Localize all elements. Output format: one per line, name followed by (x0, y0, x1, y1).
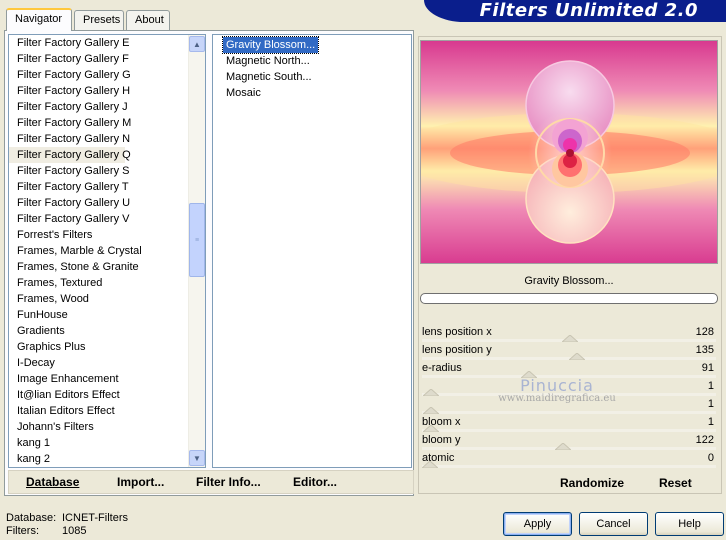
category-item[interactable]: Italian Editors Effect (9, 403, 189, 419)
parameter-row[interactable]: bloom x1 (420, 414, 718, 432)
help-button[interactable]: Help (655, 512, 724, 536)
category-item[interactable]: Gradients (9, 323, 189, 339)
parameter-value: 1 (707, 380, 714, 392)
slider-track[interactable] (422, 465, 716, 468)
import-button[interactable]: Import... (117, 475, 164, 489)
category-item[interactable]: Filter Factory Gallery M (9, 115, 189, 131)
category-item[interactable]: kang 1 (9, 435, 189, 451)
randomize-button[interactable]: Randomize (560, 476, 624, 490)
scroll-up-button[interactable]: ▲ (189, 36, 205, 52)
parameter-value: 122 (695, 434, 714, 446)
category-item[interactable]: Filter Factory Gallery J (9, 99, 189, 115)
parameter-value: 91 (701, 362, 714, 374)
parameter-name: bloom y (422, 434, 461, 446)
grip-icon: ≡ (194, 236, 200, 244)
slider-thumb[interactable] (423, 389, 440, 396)
watermark-url: www.maidiregrafica.eu (498, 393, 616, 404)
category-item[interactable]: Filter Factory Gallery S (9, 163, 189, 179)
reset-button[interactable]: Reset (659, 476, 692, 490)
tab-presets[interactable]: Presets (74, 10, 124, 30)
parameter-value: 0 (707, 452, 714, 464)
filter-item[interactable]: Magnetic South... (223, 69, 315, 85)
progress-bar (420, 293, 718, 304)
category-item[interactable]: Filter Factory Gallery V (9, 211, 189, 227)
category-item[interactable]: Filter Factory Gallery N (9, 131, 189, 147)
filter-items: Gravity Blossom... Magnetic North... Magne… (213, 35, 411, 101)
slider-thumb[interactable] (555, 443, 571, 450)
category-item[interactable]: Frames, Stone & Granite (9, 259, 189, 275)
parameter-name: e-radius (422, 362, 462, 374)
category-item[interactable]: Frames, Marble & Crystal (9, 243, 189, 259)
tab-about[interactable]: About (126, 10, 170, 30)
parameter-name: lens position y (422, 344, 492, 356)
filter-info-button[interactable]: Filter Info... (196, 475, 261, 489)
filter-item[interactable]: Gravity Blossom... (221, 36, 320, 54)
filters-label: Filters: (6, 525, 39, 537)
chevron-down-icon: ▼ (193, 453, 201, 463)
category-item[interactable]: Filter Factory Gallery T (9, 179, 189, 195)
parameter-value: 128 (695, 326, 714, 338)
watermark: Pinuccia www.maidiregrafica.eu (487, 376, 627, 404)
parameter-value: 1 (707, 398, 714, 410)
category-item[interactable]: Johann's Filters (9, 419, 189, 435)
editor-button[interactable]: Editor... (293, 475, 337, 489)
filter-item[interactable]: Magnetic North... (223, 53, 313, 69)
database-value: ICNET-Filters (62, 512, 128, 524)
parameter-row[interactable]: atomic 0 (420, 450, 718, 468)
parameter-row[interactable]: lens position x 128 (420, 324, 718, 342)
category-item[interactable]: I-Decay (9, 355, 189, 371)
database-label: Database: (6, 512, 57, 524)
slider-thumb[interactable] (561, 335, 578, 342)
title-banner: Filters Unlimited 2.0 (424, 0, 726, 22)
apply-button[interactable]: Apply (503, 512, 572, 536)
category-item[interactable]: Filter Factory Gallery E (9, 35, 189, 51)
banner-title: Filters Unlimited 2.0 (479, 0, 698, 21)
selected-filter-name: Gravity Blossom... (524, 275, 614, 287)
category-item[interactable]: Filter Factory Gallery G (9, 67, 189, 83)
category-item[interactable]: Filter Factory Gallery F (9, 51, 189, 67)
category-item[interactable]: Frames, Textured (9, 275, 189, 291)
category-item[interactable]: Frames, Wood (9, 291, 189, 307)
cancel-button[interactable]: Cancel (579, 512, 648, 536)
filters-count: 1085 (62, 525, 87, 537)
database-button[interactable]: Database (26, 475, 79, 489)
category-list[interactable]: Filter Factory Gallery E Filter Factory G… (8, 34, 206, 468)
category-item[interactable]: FunHouse (9, 307, 189, 323)
category-scrollbar[interactable]: ▲ ≡ ▼ (188, 35, 205, 467)
category-items: Filter Factory Gallery E Filter Factory G… (9, 35, 189, 467)
category-item[interactable]: Filter Factory Gallery Q (9, 147, 131, 163)
tab-navigator[interactable]: Navigator (6, 8, 72, 31)
filter-preview (420, 40, 718, 264)
status-info: Database: ICNET-Filters Filters: 1085 (6, 512, 128, 538)
preview-image (421, 41, 717, 263)
scroll-thumb[interactable]: ≡ (189, 203, 205, 277)
parameter-name: lens position x (422, 326, 492, 338)
scroll-down-button[interactable]: ▼ (189, 450, 205, 466)
category-item[interactable]: Forrest's Filters (9, 227, 189, 243)
parameter-value: 1 (707, 416, 714, 428)
category-item[interactable]: Filter Factory Gallery U (9, 195, 189, 211)
slider-thumb[interactable] (423, 425, 440, 432)
filter-item[interactable]: Mosaic (223, 85, 264, 101)
category-item[interactable]: kang 2 (9, 451, 189, 467)
category-item[interactable]: Graphics Plus (9, 339, 189, 355)
filter-list[interactable]: Gravity Blossom... Magnetic North... Magne… (212, 34, 412, 468)
parameter-row[interactable]: bloom y 122 (420, 432, 718, 450)
slider-thumb[interactable] (423, 407, 440, 414)
slider-thumb[interactable] (569, 353, 586, 360)
navigator-button-bar: Database Import... Filter Info... Editor… (8, 470, 414, 494)
parameter-value: 135 (695, 344, 714, 356)
category-item[interactable]: Image Enhancement (9, 371, 189, 387)
parameter-row[interactable]: lens position y 135 (420, 342, 718, 360)
category-item[interactable]: It@lian Editors Effect (9, 387, 189, 403)
slider-thumb[interactable] (422, 461, 438, 468)
chevron-up-icon: ▲ (193, 39, 201, 49)
category-item[interactable]: Filter Factory Gallery H (9, 83, 189, 99)
